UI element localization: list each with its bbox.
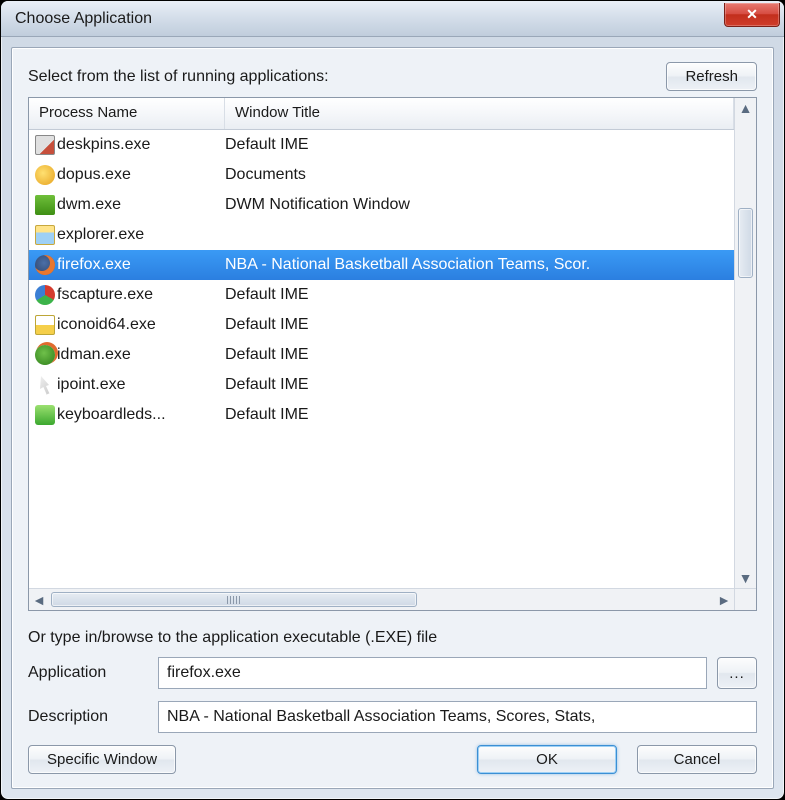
dopus-icon [29,165,57,185]
process-row[interactable]: explorer.exe [29,220,734,250]
vertical-scroll-thumb[interactable] [738,208,753,278]
description-input[interactable] [158,701,757,733]
process-name: explorer.exe [57,226,225,244]
process-name: dopus.exe [57,166,225,184]
close-icon: ✕ [746,6,758,23]
window-title-cell: Default IME [225,376,734,394]
process-row[interactable]: firefox.exeNBA - National Basketball Ass… [29,250,734,280]
application-row: Application ... [28,657,757,689]
description-row: Description [28,701,757,733]
scroll-up-arrow-icon[interactable]: ▲ [735,98,756,118]
browse-button[interactable]: ... [717,657,757,689]
dialog-window: Choose Application ✕ Select from the lis… [0,0,785,800]
ipoint-icon [29,375,57,395]
application-label: Application [28,664,148,682]
explorer-icon [29,225,57,245]
action-row: Specific Window OK Cancel [28,745,757,774]
iconoid-icon [29,315,57,335]
application-input[interactable] [158,657,707,689]
process-name: ipoint.exe [57,376,225,394]
window-title-cell: Default IME [225,316,734,334]
window-title: Choose Application [15,10,724,28]
keyboardleds-icon [29,405,57,425]
window-title-cell: Default IME [225,346,734,364]
firefox-icon [29,255,57,275]
deskpins-icon [29,135,57,155]
instruction-top: Select from the list of running applicat… [28,68,329,86]
description-label: Description [28,708,148,726]
process-row[interactable]: dopus.exeDocuments [29,160,734,190]
close-button[interactable]: ✕ [724,3,780,27]
horizontal-scrollbar[interactable]: ◄ ► [29,588,756,610]
process-name: idman.exe [57,346,225,364]
ok-button[interactable]: OK [477,745,617,774]
instruction-bottom: Or type in/browse to the application exe… [28,629,757,647]
window-title-cell: Documents [225,166,734,184]
scroll-right-arrow-icon[interactable]: ► [714,589,734,610]
process-rows: deskpins.exeDefault IMEdopus.exeDocument… [29,130,734,430]
process-name: keyboardleds... [57,406,225,424]
horizontal-scroll-track[interactable] [49,589,714,610]
specific-window-button[interactable]: Specific Window [28,745,176,774]
client-area: Select from the list of running applicat… [11,47,774,789]
window-title-cell: Default IME [225,136,734,154]
window-title-cell: Default IME [225,406,734,424]
scroll-corner [734,589,756,610]
process-name: fscapture.exe [57,286,225,304]
column-window-title[interactable]: Window Title [225,98,734,129]
process-name: iconoid64.exe [57,316,225,334]
column-process-name[interactable]: Process Name [29,98,225,129]
idman-icon [29,345,57,365]
process-listview[interactable]: Process Name Window Title deskpins.exeDe… [28,97,757,611]
column-headers[interactable]: Process Name Window Title [29,98,734,130]
top-row: Select from the list of running applicat… [28,62,757,91]
refresh-button[interactable]: Refresh [666,62,757,91]
scroll-left-arrow-icon[interactable]: ◄ [29,589,49,610]
bottom-section: Or type in/browse to the application exe… [28,629,757,774]
vertical-scroll-track[interactable] [735,118,756,568]
vertical-scrollbar[interactable]: ▲ ▼ [734,98,756,588]
process-name: dwm.exe [57,196,225,214]
process-row[interactable]: ipoint.exeDefault IME [29,370,734,400]
process-row[interactable]: idman.exeDefault IME [29,340,734,370]
process-name: firefox.exe [57,256,225,274]
window-title-cell: DWM Notification Window [225,196,734,214]
process-row[interactable]: iconoid64.exeDefault IME [29,310,734,340]
window-title-cell: NBA - National Basketball Association Te… [225,256,734,274]
process-row[interactable]: fscapture.exeDefault IME [29,280,734,310]
dwm-icon [29,195,57,215]
process-row[interactable]: deskpins.exeDefault IME [29,130,734,160]
process-row[interactable]: keyboardleds...Default IME [29,400,734,430]
scroll-down-arrow-icon[interactable]: ▼ [735,568,756,588]
cancel-button[interactable]: Cancel [637,745,757,774]
fscapture-icon [29,285,57,305]
horizontal-scroll-thumb[interactable] [51,592,417,607]
process-name: deskpins.exe [57,136,225,154]
window-title-cell: Default IME [225,286,734,304]
titlebar[interactable]: Choose Application ✕ [1,1,784,37]
process-row[interactable]: dwm.exeDWM Notification Window [29,190,734,220]
